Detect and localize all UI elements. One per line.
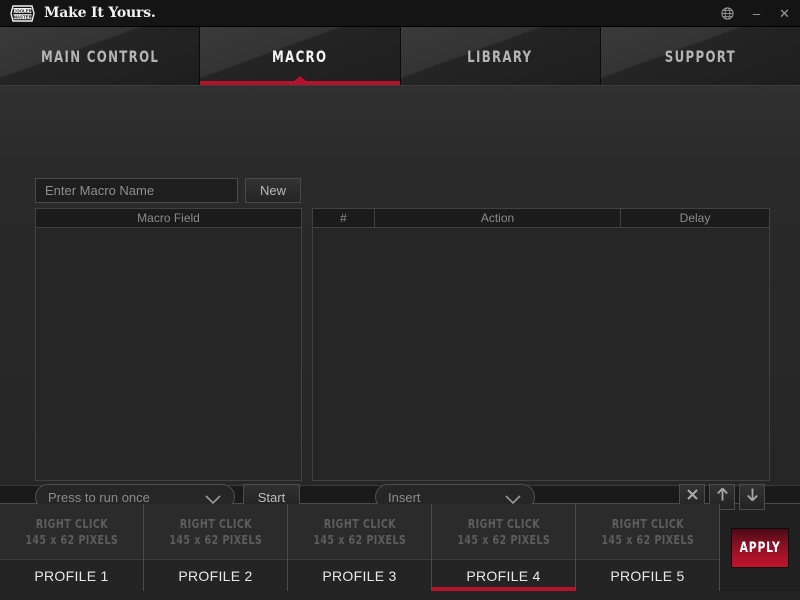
thumb-hint-line-2: 145 x 62 PIXELS: [25, 532, 118, 547]
profile-thumbnail[interactable]: RIGHT CLICK 145 x 62 PIXELS: [576, 504, 719, 559]
profile-thumbnail[interactable]: RIGHT CLICK 145 x 62 PIXELS: [432, 504, 575, 559]
tab-support[interactable]: SUPPORT: [600, 27, 800, 85]
macro-content-area: New Macro Field # Action Delay Press t: [0, 85, 800, 510]
move-row-down-button[interactable]: [739, 484, 765, 510]
column-header-delay: Delay: [679, 211, 711, 225]
tab-label: MACRO: [272, 46, 328, 66]
minimize-button[interactable]: –: [749, 7, 764, 20]
window-controls: – ✕: [721, 0, 792, 27]
profile-label: PROFILE 2: [144, 559, 287, 591]
main-navigation-tabs: MAIN CONTROL MACRO LIBRARY SUPPORT: [0, 27, 800, 85]
thumb-hint-line-1: RIGHT CLICK: [323, 516, 396, 531]
profile-label: PROFILE 1: [0, 559, 143, 591]
macro-field-list[interactable]: [35, 227, 302, 481]
column-header-number: #: [313, 209, 375, 227]
tab-library[interactable]: LIBRARY: [400, 27, 601, 85]
new-macro-button[interactable]: New: [245, 178, 301, 203]
macro-name-input[interactable]: [35, 178, 238, 203]
action-table-header: # Action Delay: [312, 208, 770, 227]
run-mode-value: Press to run once: [48, 489, 150, 505]
tab-main-control[interactable]: MAIN CONTROL: [0, 27, 201, 85]
thumb-hint-line-1: RIGHT CLICK: [467, 516, 540, 531]
apply-button[interactable]: APPLY: [731, 527, 789, 568]
thumb-hint-line-1: RIGHT CLICK: [35, 516, 108, 531]
macro-name-bar: New: [35, 178, 301, 203]
tab-label: SUPPORT: [664, 46, 736, 66]
title-bar: COOLER MASTER Make It Yours. – ✕: [0, 0, 800, 27]
profile-slot-3[interactable]: RIGHT CLICK 145 x 62 PIXELS PROFILE 3: [288, 504, 432, 591]
tab-label: LIBRARY: [467, 46, 533, 66]
insert-dropdown-value: Insert: [388, 489, 421, 505]
profile-label: PROFILE 5: [576, 559, 719, 591]
globe-icon[interactable]: [721, 7, 736, 20]
tab-active-notch: [292, 76, 307, 82]
svg-text:COOLER: COOLER: [13, 8, 33, 13]
apply-button-label: APPLY: [739, 539, 781, 556]
close-button[interactable]: ✕: [777, 7, 792, 20]
action-table-panel: # Action Delay: [312, 208, 770, 481]
profile-slot-1[interactable]: RIGHT CLICK 145 x 62 PIXELS PROFILE 1: [0, 504, 144, 591]
profile-bar: RIGHT CLICK 145 x 62 PIXELS PROFILE 1 RI…: [0, 503, 800, 591]
thumb-hint-line-1: RIGHT CLICK: [179, 516, 252, 531]
tab-macro[interactable]: MACRO: [200, 27, 401, 85]
thumb-hint-line-2: 145 x 62 PIXELS: [457, 532, 550, 547]
thumb-hint-line-2: 145 x 62 PIXELS: [313, 532, 406, 547]
thumb-hint-line-2: 145 x 62 PIXELS: [601, 532, 694, 547]
profile-slot-4[interactable]: RIGHT CLICK 145 x 62 PIXELS PROFILE 4: [432, 504, 576, 591]
thumb-hint-line-1: RIGHT CLICK: [611, 516, 684, 531]
svg-text:MASTER: MASTER: [13, 14, 32, 19]
column-header-action: Action: [375, 209, 621, 227]
cooler-master-logo-icon: COOLER MASTER: [9, 4, 35, 23]
profile-thumbnail[interactable]: RIGHT CLICK 145 x 62 PIXELS: [288, 504, 431, 559]
thumb-hint-line-2: 145 x 62 PIXELS: [169, 532, 262, 547]
profile-label: PROFILE 3: [288, 559, 431, 591]
arrow-down-icon: [746, 487, 759, 507]
macro-field-panel: Macro Field: [35, 208, 302, 481]
profile-active-underline: [432, 587, 575, 591]
application-window: COOLER MASTER Make It Yours. – ✕ MAIN CO…: [0, 0, 800, 600]
apply-button-cell: APPLY: [720, 504, 800, 591]
profile-thumbnail[interactable]: RIGHT CLICK 145 x 62 PIXELS: [0, 504, 143, 559]
profile-slot-5[interactable]: RIGHT CLICK 145 x 62 PIXELS PROFILE 5: [576, 504, 720, 591]
tab-label: MAIN CONTROL: [40, 46, 159, 66]
profile-thumbnail[interactable]: RIGHT CLICK 145 x 62 PIXELS: [144, 504, 287, 559]
action-table-body[interactable]: [312, 227, 770, 481]
macro-field-header: Macro Field: [35, 208, 302, 227]
profile-slot-2[interactable]: RIGHT CLICK 145 x 62 PIXELS PROFILE 2: [144, 504, 288, 591]
macro-panels: Macro Field # Action Delay: [35, 208, 770, 481]
macro-field-header-label: Macro Field: [137, 211, 200, 225]
brand-title: Make It Yours.: [44, 5, 156, 21]
